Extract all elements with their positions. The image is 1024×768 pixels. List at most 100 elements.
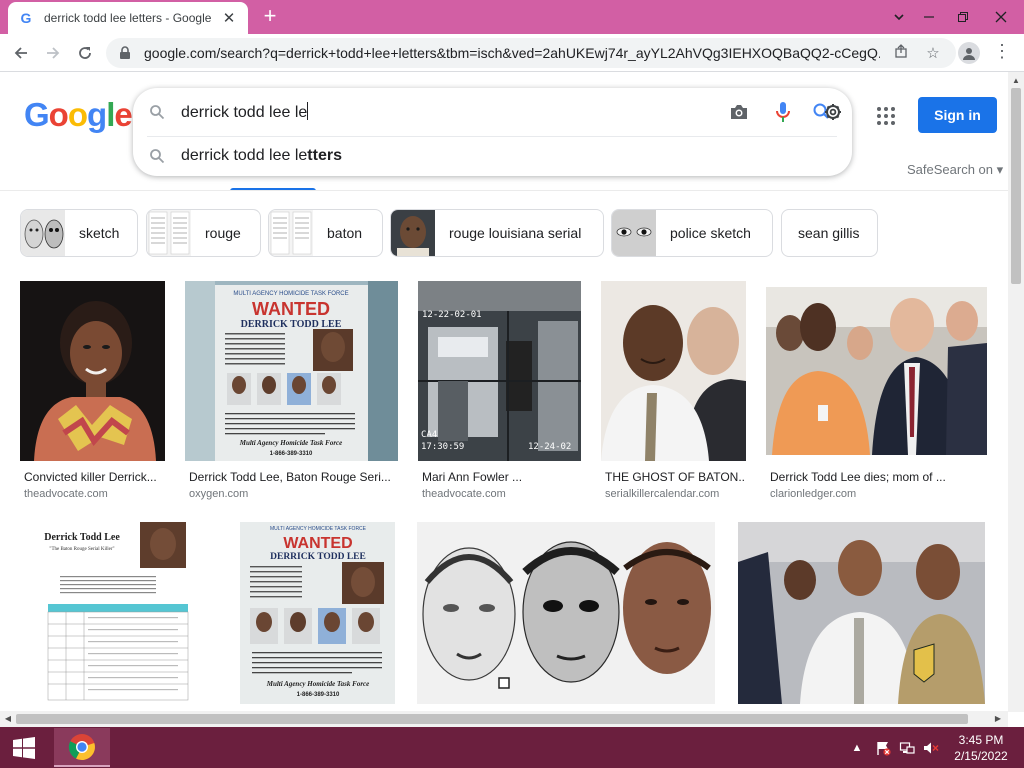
google-favicon-icon: G <box>20 10 32 26</box>
result-source[interactable]: serialkillercalendar.com <box>605 488 719 500</box>
browser-tab[interactable]: G derrick todd lee letters - Google ✕ <box>8 2 248 34</box>
horizontal-scrollbar[interactable]: ◀ ▶ <box>0 711 1008 727</box>
browser-tab-strip: G derrick todd lee letters - Google ✕ + <box>0 0 1024 34</box>
poster-phone: 1-866-389-3310 <box>297 692 340 698</box>
related-chip-sketch[interactable]: sketch <box>20 209 138 257</box>
forward-button[interactable] <box>40 40 66 66</box>
bookmark-star-icon[interactable]: ☆ <box>922 44 944 62</box>
close-tab-icon[interactable]: ✕ <box>220 9 238 27</box>
chip-thumbnail-portrait <box>391 210 435 256</box>
doc-title: Derrick Todd Lee <box>44 532 120 543</box>
related-chip-sean-gillis[interactable]: sean gillis <box>781 209 878 257</box>
related-chip-rouge-louisiana-serial[interactable]: rouge louisiana serial <box>390 209 604 257</box>
scroll-left-arrow-icon[interactable]: ◀ <box>1 711 15 727</box>
related-chip-rouge[interactable]: rouge <box>146 209 261 257</box>
google-apps-icon[interactable] <box>874 104 898 128</box>
voice-search-mic-icon[interactable] <box>771 100 795 124</box>
result-image-sketches[interactable] <box>417 522 715 704</box>
volume-muted-icon[interactable] <box>920 727 942 768</box>
suggestion-search-icon <box>133 148 181 164</box>
autocomplete-suggestion[interactable]: derrick todd lee letters <box>133 138 852 174</box>
result-image-two-men[interactable] <box>601 281 746 461</box>
sign-in-button[interactable]: Sign in <box>918 97 997 133</box>
chip-thumbnail-document <box>269 210 313 256</box>
result-image-wanted-poster-2[interactable]: MULTI AGENCY HOMICIDE TASK FORCE WANTED … <box>240 522 395 704</box>
result-source[interactable]: theadvocate.com <box>422 488 506 500</box>
poster-name: DERRICK TODD LEE <box>270 552 366 562</box>
google-logo[interactable]: Google <box>24 96 133 134</box>
poster-phone: 1-866-389-3310 <box>270 451 313 457</box>
clock-date: 2/15/2022 <box>954 749 1008 763</box>
search-input[interactable]: derrick todd lee le <box>181 102 852 122</box>
share-icon[interactable] <box>890 44 912 62</box>
horizontal-scroll-thumb[interactable] <box>16 714 968 724</box>
cctv-time-label: 17:30:59 <box>421 442 464 452</box>
result-caption[interactable]: THE GHOST OF BATON... <box>605 470 745 484</box>
vertical-scrollbar[interactable]: ▲ <box>1008 72 1024 712</box>
result-caption[interactable]: Mari Ann Fowler ... <box>422 470 577 484</box>
chip-thumbnail-document <box>147 210 191 256</box>
result-caption[interactable]: Convicted killer Derrick... <box>24 470 164 484</box>
doc-subtitle: "The Baton Rouge Serial Killer" <box>49 547 114 552</box>
address-bar[interactable]: google.com/search?q=derrick+todd+lee+let… <box>106 38 956 68</box>
close-window-button[interactable] <box>984 0 1018 34</box>
chip-thumbnail-sketch <box>21 210 65 256</box>
lock-icon <box>120 46 130 59</box>
clock-time: 3:45 PM <box>958 733 1004 747</box>
result-image-woman-portrait[interactable] <box>20 281 165 461</box>
result-image-cctv[interactable]: 12-22-02-01 CA4 17:30:59 12-24-02 <box>418 281 581 461</box>
poster-header: MULTI AGENCY HOMICIDE TASK FORCE <box>270 526 367 532</box>
search-box[interactable]: derrick todd lee le derrick todd lee let… <box>133 88 852 176</box>
chrome-taskbar-button[interactable] <box>54 728 110 767</box>
result-source[interactable]: clarionledger.com <box>770 488 856 500</box>
poster-footer: Multi Agency Homicide Task Force <box>266 680 370 688</box>
search-icon <box>133 104 181 120</box>
cctv-camera-label: CA4 <box>421 430 437 440</box>
network-icon[interactable] <box>896 727 918 768</box>
show-hidden-icons-chevron-up-icon[interactable]: ▲ <box>850 727 864 768</box>
suggestion-divider <box>147 136 837 137</box>
result-caption[interactable]: Derrick Todd Lee dies; mom of ... <box>770 470 970 484</box>
camera-search-icon[interactable] <box>727 100 751 124</box>
poster-header: MULTI AGENCY HOMICIDE TASK FORCE <box>233 291 348 297</box>
windows-start-icon[interactable] <box>0 727 48 768</box>
tabs-divider <box>0 190 1008 191</box>
restore-button[interactable] <box>946 0 980 34</box>
vertical-scroll-thumb[interactable] <box>1011 88 1021 284</box>
poster-footer: Multi Agency Homicide Task Force <box>239 439 343 447</box>
tab-title: derrick todd lee letters - Google <box>44 11 212 25</box>
related-chip-baton[interactable]: baton <box>268 209 383 257</box>
suggestion-text: derrick todd lee letters <box>181 147 342 164</box>
minimize-button[interactable] <box>912 0 946 34</box>
new-tab-button[interactable]: + <box>258 4 282 28</box>
result-source[interactable]: theadvocate.com <box>24 488 108 500</box>
poster-wanted: WANTED <box>252 299 330 319</box>
browser-menu-icon[interactable]: ⋮ <box>992 38 1012 64</box>
result-caption[interactable]: Derrick Todd Lee, Baton Rouge Seri... <box>189 470 394 484</box>
cctv-date-label: 12-24-02 <box>528 442 571 452</box>
tab-search-chevron-down-icon[interactable] <box>882 0 916 34</box>
chrome-icon <box>68 733 95 760</box>
reload-button[interactable] <box>72 40 98 66</box>
search-settings-gear-icon[interactable] <box>811 100 847 124</box>
back-button[interactable] <box>8 40 34 66</box>
scroll-right-arrow-icon[interactable]: ▶ <box>991 711 1005 727</box>
related-chip-police-sketch[interactable]: police sketch <box>611 209 773 257</box>
profile-avatar-icon[interactable] <box>958 42 980 64</box>
cctv-top-label: 12-22-02-01 <box>422 310 482 320</box>
poster-name: DERRICK TODD LEE <box>241 319 342 330</box>
chip-thumbnail-sketch-eyes <box>612 210 656 256</box>
safesearch-toggle[interactable]: SafeSearch on ▾ <box>907 162 1003 178</box>
url-text: google.com/search?q=derrick+todd+lee+let… <box>144 45 880 61</box>
taskbar-clock[interactable]: 3:45 PM 2/15/2022 <box>946 732 1016 764</box>
result-image-deputies[interactable] <box>738 522 985 704</box>
result-image-document[interactable]: Derrick Todd Lee "The Baton Rouge Serial… <box>20 522 218 704</box>
scroll-up-arrow-icon[interactable]: ▲ <box>1008 74 1024 88</box>
windows-taskbar: ▲ 3:45 PM 2/15/2022 <box>0 727 1024 768</box>
result-image-escort[interactable] <box>766 287 987 455</box>
result-image-wanted-poster[interactable]: MULTI AGENCY HOMICIDE TASK FORCE WANTED … <box>185 281 398 461</box>
action-center-flag-icon[interactable] <box>872 727 894 768</box>
result-source[interactable]: oxygen.com <box>189 488 248 500</box>
browser-toolbar: google.com/search?q=derrick+todd+lee+let… <box>0 34 1024 72</box>
poster-wanted: WANTED <box>283 535 352 552</box>
